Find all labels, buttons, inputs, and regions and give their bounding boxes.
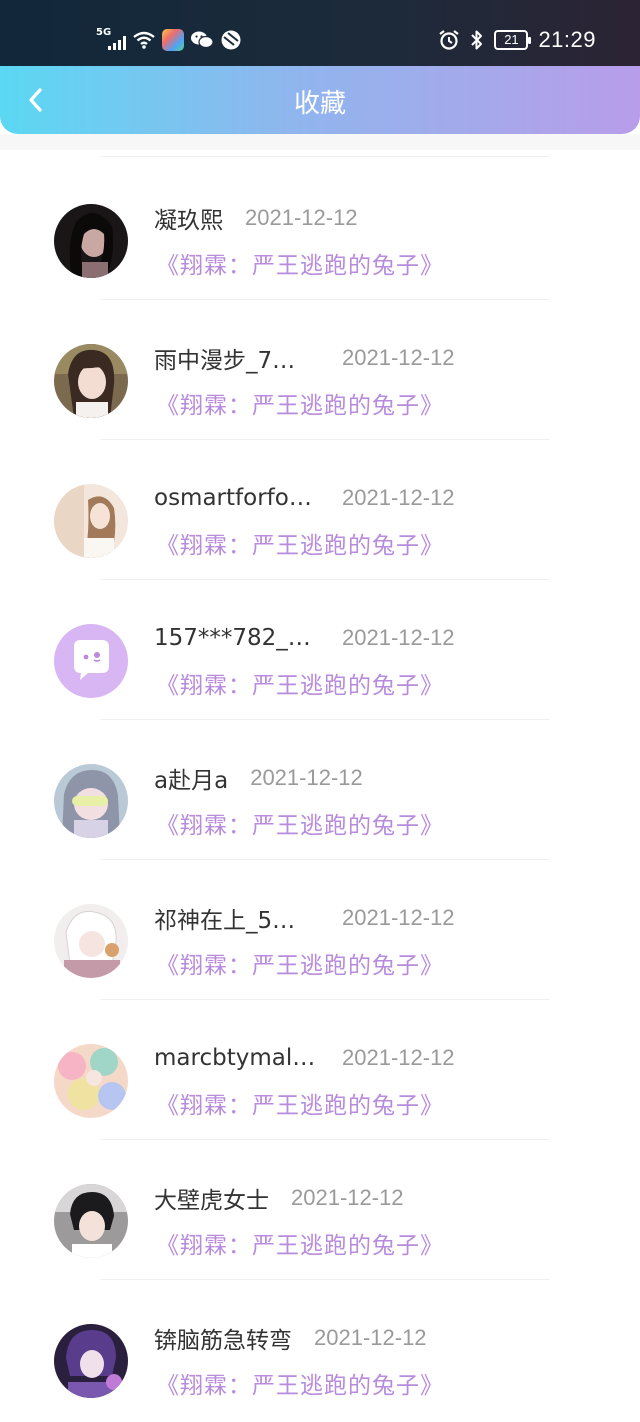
item-header: 大壁虎女士 2021-12-12 [154,1180,404,1216]
item-date: 2021-12-12 [342,485,455,510]
avatar[interactable] [54,904,128,978]
wifi-icon [132,28,156,52]
item-header: 雨中漫步_7… 2021-12-12 [154,340,455,376]
avatar[interactable] [54,1324,128,1398]
list-item[interactable]: marcbtymal… 2021-12-12 《翔霖：严王逃跑的兔子》 [0,1000,640,1140]
list-item[interactable]: 凝玖熙 2021-12-12 《翔霖：严王逃跑的兔子》 [0,160,640,300]
book-title[interactable]: 《翔霖：严王逃跑的兔子》 [156,666,444,700]
user-name: 大壁虎女士 [154,1188,269,1214]
book-title[interactable]: 《翔霖：严王逃跑的兔子》 [156,806,444,840]
item-header: marcbtymal… 2021-12-12 [154,1040,455,1076]
alarm-icon [438,28,460,52]
book-title[interactable]: 《翔霖：严王逃跑的兔子》 [156,386,444,420]
divider [100,156,550,157]
book-title[interactable]: 《翔霖：严王逃跑的兔子》 [156,1086,444,1120]
signal-icon: 5G [96,28,126,52]
avatar[interactable] [54,1044,128,1118]
item-header: 凝玖熙 2021-12-12 [154,200,358,236]
wechat-icon [190,28,214,52]
item-date: 2021-12-12 [342,1045,455,1070]
user-name: 雨中漫步_7… [154,348,296,374]
item-date: 2021-12-12 [342,905,455,930]
user-name: 157***782_… [154,625,311,651]
item-header: a赴月a 2021-12-12 [154,760,363,796]
user-name: 凝玖熙 [154,208,223,234]
user-name: osmartforfo… [154,485,312,511]
book-title[interactable]: 《翔霖：严王逃跑的兔子》 [156,1366,444,1400]
avatar[interactable] [54,204,128,278]
item-date: 2021-12-12 [250,765,363,790]
list-item[interactable]: 大壁虎女士 2021-12-12 《翔霖：严王逃跑的兔子》 [0,1140,640,1280]
list-item[interactable]: a赴月a 2021-12-12 《翔霖：严王逃跑的兔子》 [0,720,640,860]
app-icon [162,28,184,52]
item-header: 锛脑筋急转弯 2021-12-12 [154,1320,427,1356]
user-name: marcbtymal… [154,1045,316,1071]
item-header: osmartforfo… 2021-12-12 [154,480,455,516]
header-shadow [0,134,640,150]
book-title[interactable]: 《翔霖：严王逃跑的兔子》 [156,946,444,980]
status-right-icons: 21 21:29 [438,26,596,54]
avatar[interactable] [54,484,128,558]
browser-icon [220,28,242,52]
list-item[interactable]: 锛脑筋急转弯 2021-12-12 《翔霖：严王逃跑的兔子》 [0,1280,640,1420]
book-title[interactable]: 《翔霖：严王逃跑的兔子》 [156,526,444,560]
list-item[interactable]: 祁神在上_5… 2021-12-12 《翔霖：严王逃跑的兔子》 [0,860,640,1000]
user-name: a赴月a [154,768,229,794]
battery-icon: 21 [494,30,532,50]
list-item[interactable]: osmartforfo… 2021-12-12 《翔霖：严王逃跑的兔子》 [0,440,640,580]
avatar[interactable] [54,344,128,418]
book-title[interactable]: 《翔霖：严王逃跑的兔子》 [156,246,444,280]
avatar[interactable] [54,624,128,698]
avatar[interactable] [54,764,128,838]
avatar[interactable] [54,1184,128,1258]
book-title[interactable]: 《翔霖：严王逃跑的兔子》 [156,1226,444,1260]
item-header: 157***782_… 2021-12-12 [154,620,455,656]
item-header: 祁神在上_5… 2021-12-12 [154,900,455,936]
list-item[interactable]: 雨中漫步_7… 2021-12-12 《翔霖：严王逃跑的兔子》 [0,300,640,440]
user-name: 锛脑筋急转弯 [154,1328,292,1354]
page-title: 收藏 [293,89,346,119]
header-bar: 收藏 [0,66,640,134]
chat-bubble-icon [54,624,128,698]
item-date: 2021-12-12 [245,205,358,230]
item-date: 2021-12-12 [291,1185,404,1210]
bluetooth-icon [470,28,484,52]
status-left-icons: 5G [96,26,242,54]
item-date: 2021-12-12 [342,625,455,650]
list-item[interactable]: 157***782_… 2021-12-12 《翔霖：严王逃跑的兔子》 [0,580,640,720]
user-name: 祁神在上_5… [154,908,296,934]
item-date: 2021-12-12 [342,345,455,370]
clock: 21:29 [538,27,596,52]
item-date: 2021-12-12 [314,1325,427,1350]
